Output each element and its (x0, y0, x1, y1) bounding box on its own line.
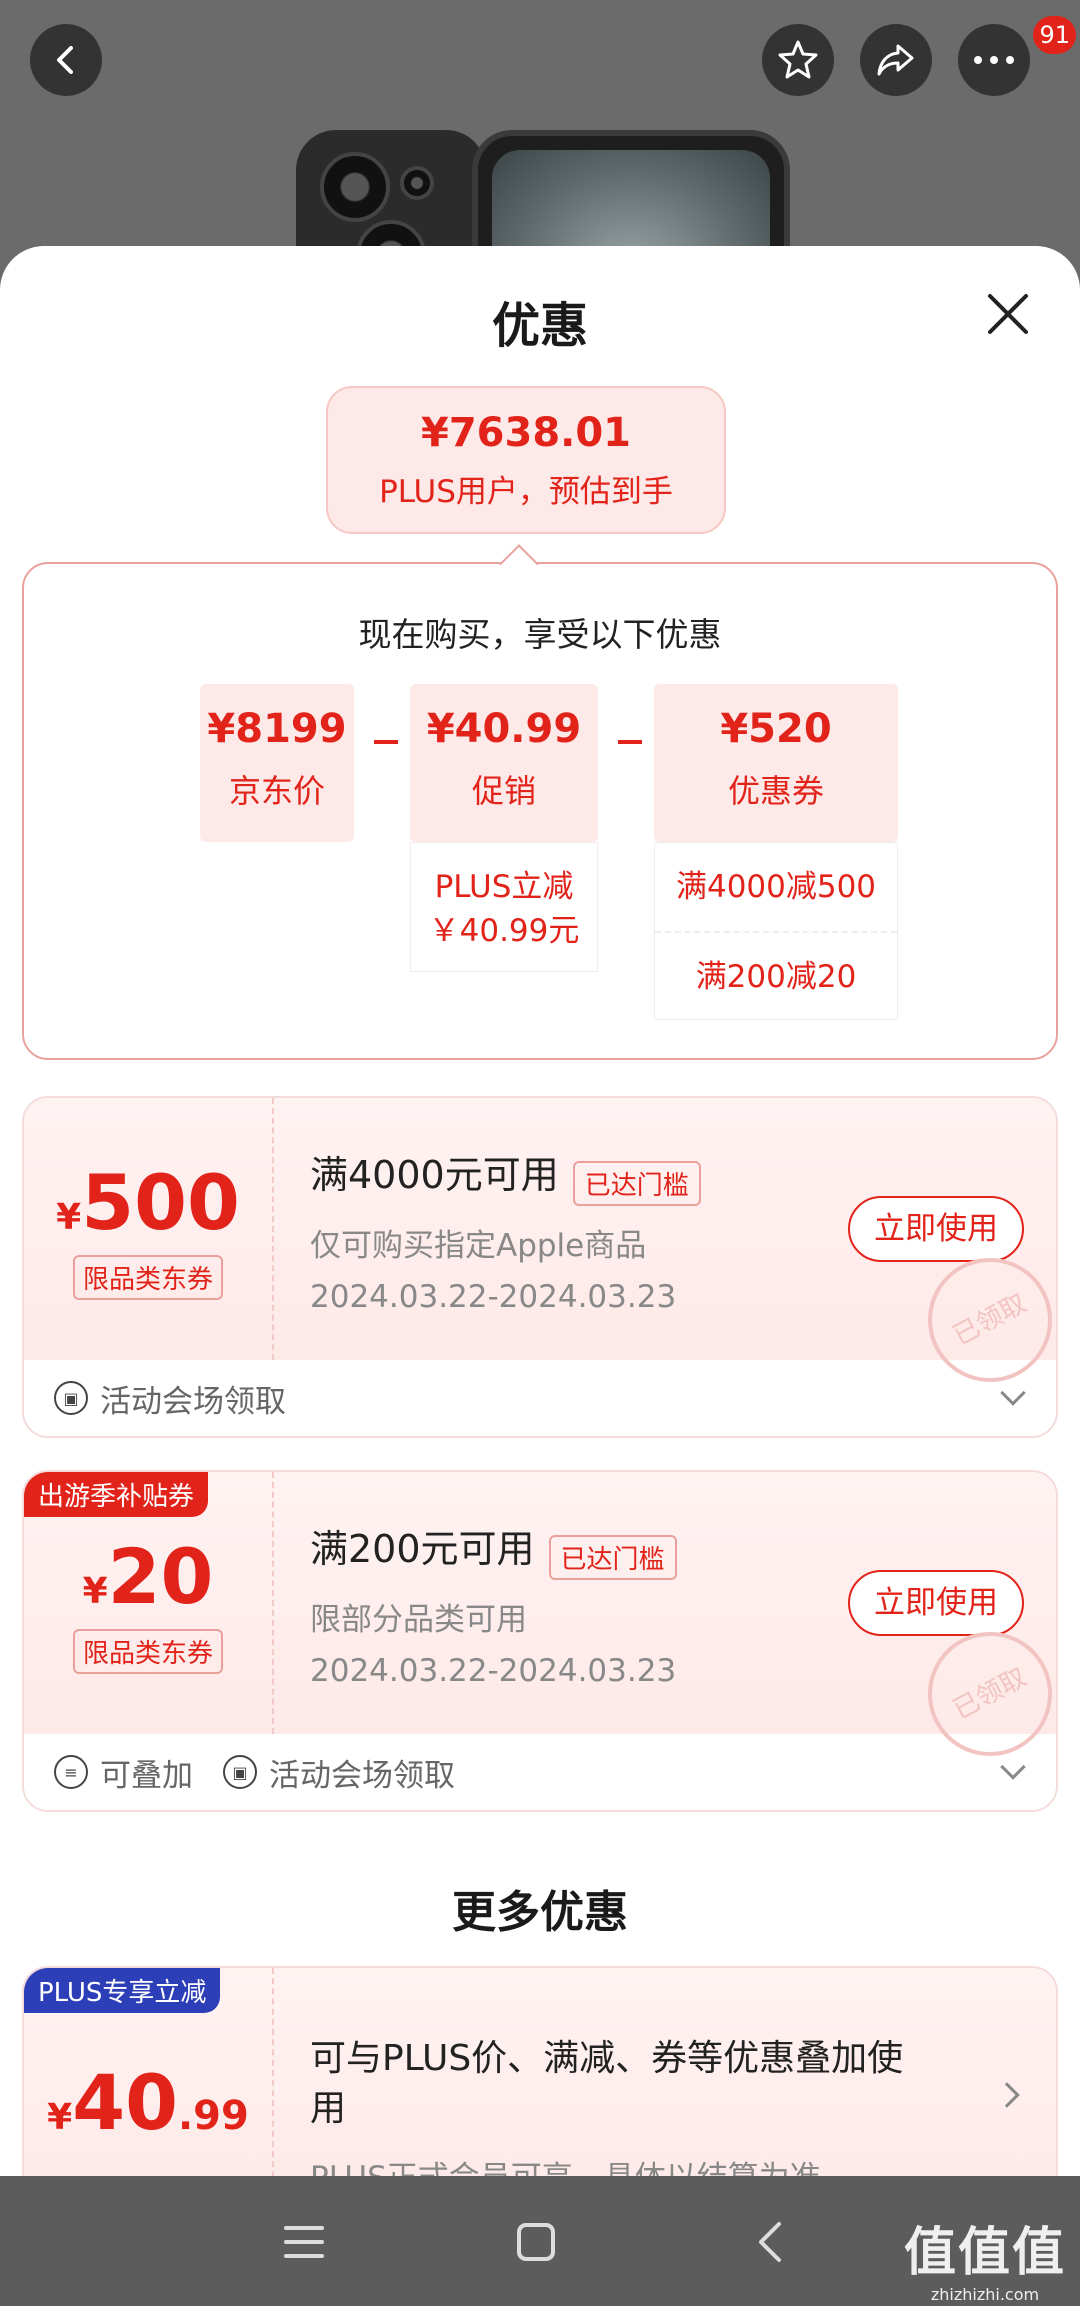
promotion-detail: PLUS立减 ￥40.99元 (410, 842, 598, 972)
estimated-price-label: PLUS用户，预估到手 (379, 474, 673, 510)
promotion-detail-line: ￥40.99元 (428, 913, 580, 949)
chevron-down-icon[interactable] (1000, 1380, 1026, 1406)
sheet-title: 优惠 (491, 298, 588, 354)
more-button[interactable] (958, 24, 1030, 96)
chevron-right-icon (994, 2082, 1020, 2108)
coupon-total-label: 优惠券 (727, 772, 824, 810)
plus-offer-card[interactable]: PLUS专享立减 ¥40.99 可与PLUS价、满减、券等优惠叠加使用 PLUS… (22, 1966, 1058, 2176)
plus-amount-value: 40 (72, 2058, 178, 2147)
home-button[interactable] (506, 2212, 566, 2272)
plus-info: 可与PLUS价、满减、券等优惠叠加使用 PLUS正式会员可享，具体以结算为准 (310, 2034, 936, 2176)
estimated-price-box: ¥7638.01 PLUS用户，预估到手 (326, 386, 726, 534)
coupon-title: 满4000元可用 (310, 1153, 559, 1197)
currency-symbol: ¥ (47, 2097, 73, 2138)
discount-breakdown: 现在购买，享受以下优惠 ¥8199 京东价 ¥40.99 促销 ¥520 优惠券… (22, 562, 1058, 1060)
minus-sign (374, 740, 398, 744)
watermark-url: zhizhizhi.com (930, 2285, 1040, 2304)
nav-back-icon (759, 2222, 781, 2262)
coupon-total-card: ¥520 优惠券 (654, 684, 898, 842)
coupon-category-tag: 限品类东券 (72, 1629, 223, 1674)
nav-back-button[interactable] (740, 2212, 800, 2272)
plus-subtext: PLUS正式会员可享，具体以结算为准 (310, 2152, 936, 2176)
coupon-amount-value: 500 (81, 1158, 240, 1247)
menu-icon (284, 2226, 324, 2258)
more-icon (974, 56, 1014, 64)
threshold-reached-tag: 已达门槛 (572, 1161, 701, 1206)
threshold-reached-tag: 已达门槛 (548, 1535, 677, 1580)
discount-sheet: 优惠 ¥7638.01 PLUS用户，预估到手 现在购买，享受以下优惠 ¥819… (0, 246, 1080, 2176)
use-now-button[interactable]: 立即使用 (848, 1570, 1024, 1636)
estimated-price: ¥7638.01 (420, 410, 632, 456)
recent-apps-button[interactable] (274, 2212, 334, 2272)
back-icon (57, 46, 73, 74)
coupon-category-tag: 限品类东券 (72, 1255, 223, 1300)
coupon-footer[interactable]: ▣ 活动会场领取 (24, 1360, 1056, 1436)
coupon-detail: 满4000减500 满200减20 (654, 842, 898, 1020)
close-button[interactable] (980, 286, 1036, 342)
more-offers-title: 更多优惠 (452, 1887, 628, 1938)
jd-price-value: ¥8199 (207, 706, 347, 752)
plus-description: 可与PLUS价、满减、券等优惠叠加使用 (310, 2038, 904, 2129)
favorite-button[interactable] (762, 24, 834, 96)
stackable-label: 可叠加 (100, 1757, 193, 1794)
currency-symbol: ¥ (82, 1571, 108, 1612)
home-icon (517, 2223, 555, 2261)
back-button[interactable] (30, 24, 102, 96)
use-now-button[interactable]: 立即使用 (848, 1196, 1024, 1262)
coupon-amount-value: 20 (107, 1532, 214, 1621)
stack-icon: ≡ (54, 1755, 88, 1789)
watermark-logo: 值值值 (903, 2223, 1066, 2283)
coupon-description: 仅可购买指定Apple商品 (310, 1228, 647, 1264)
notification-badge: 91 (1033, 16, 1076, 54)
ticket-icon: ▣ (223, 1755, 257, 1789)
coupon-description: 限部分品类可用 (310, 1602, 527, 1638)
promotion-card: ¥40.99 促销 (410, 684, 598, 842)
coupon-body: ¥500 限品类东券 满4000元可用 已达门槛 仅可购买指定Apple商品 20… (24, 1098, 1056, 1404)
coupon-detail-row: 满4000减500 (675, 869, 877, 905)
source-label: 活动会场领取 (100, 1383, 286, 1420)
coupon-title: 满200元可用 (310, 1527, 535, 1571)
ticket-icon: ▣ (54, 1381, 88, 1415)
jd-price-label: 京东价 (228, 772, 325, 810)
plus-amount-decimal: .99 (177, 2093, 249, 2139)
source-label: 活动会场领取 (269, 1757, 455, 1794)
coupon-validity: 2024.03.22-2024.03.23 (310, 1653, 677, 1689)
chevron-down-icon[interactable] (1000, 1754, 1026, 1780)
share-icon (877, 44, 914, 76)
coupon-footer[interactable]: ≡ 可叠加 ▣ 活动会场领取 (24, 1734, 1056, 1810)
star-icon (778, 40, 818, 79)
source-info: ▣ 活动会场领取 (223, 1750, 455, 1795)
coupon-card: 出游季补贴券 ¥20 限品类东券 满200元可用 已达门槛 限部分品类可用 202… (22, 1470, 1058, 1812)
minus-sign (618, 740, 642, 744)
jd-price-card: ¥8199 京东价 (200, 684, 354, 842)
coupon-detail-row: 满200减20 (655, 931, 897, 1019)
coupon-info: 满200元可用 已达门槛 限部分品类可用 2024.03.22-2024.03.2… (310, 1518, 856, 1689)
promo-tag: 出游季补贴券 (24, 1472, 209, 1517)
coupon-amount-area: ¥500 限品类东券 (24, 1098, 274, 1360)
share-button[interactable] (860, 24, 932, 96)
coupon-card: ¥500 限品类东券 满4000元可用 已达门槛 仅可购买指定Apple商品 20… (22, 1096, 1058, 1438)
plus-tag: PLUS专享立减 (24, 1968, 221, 2013)
coupon-total-value: ¥520 (720, 706, 832, 752)
close-icon (988, 294, 1028, 334)
currency-symbol: ¥ (56, 1197, 82, 1238)
breakdown-title: 现在购买，享受以下优惠 (358, 615, 722, 654)
plus-amount: ¥40.99 (24, 2058, 272, 2147)
promotion-label: 促销 (471, 772, 536, 810)
site-watermark: 值值值 zhizhizhi.com (904, 2210, 1066, 2304)
coupon-amount: ¥500 (24, 1158, 272, 1247)
source-info: ▣ 活动会场领取 (54, 1376, 286, 1421)
coupon-validity: 2024.03.22-2024.03.23 (310, 1279, 677, 1315)
promotion-detail-line: PLUS立减 (434, 869, 574, 905)
promotion-value: ¥40.99 (426, 706, 582, 752)
coupon-amount: ¥20 (24, 1532, 272, 1621)
coupon-info: 满4000元可用 已达门槛 仅可购买指定Apple商品 2024.03.22-20… (310, 1144, 856, 1315)
stackable-info: ≡ 可叠加 (54, 1750, 193, 1795)
